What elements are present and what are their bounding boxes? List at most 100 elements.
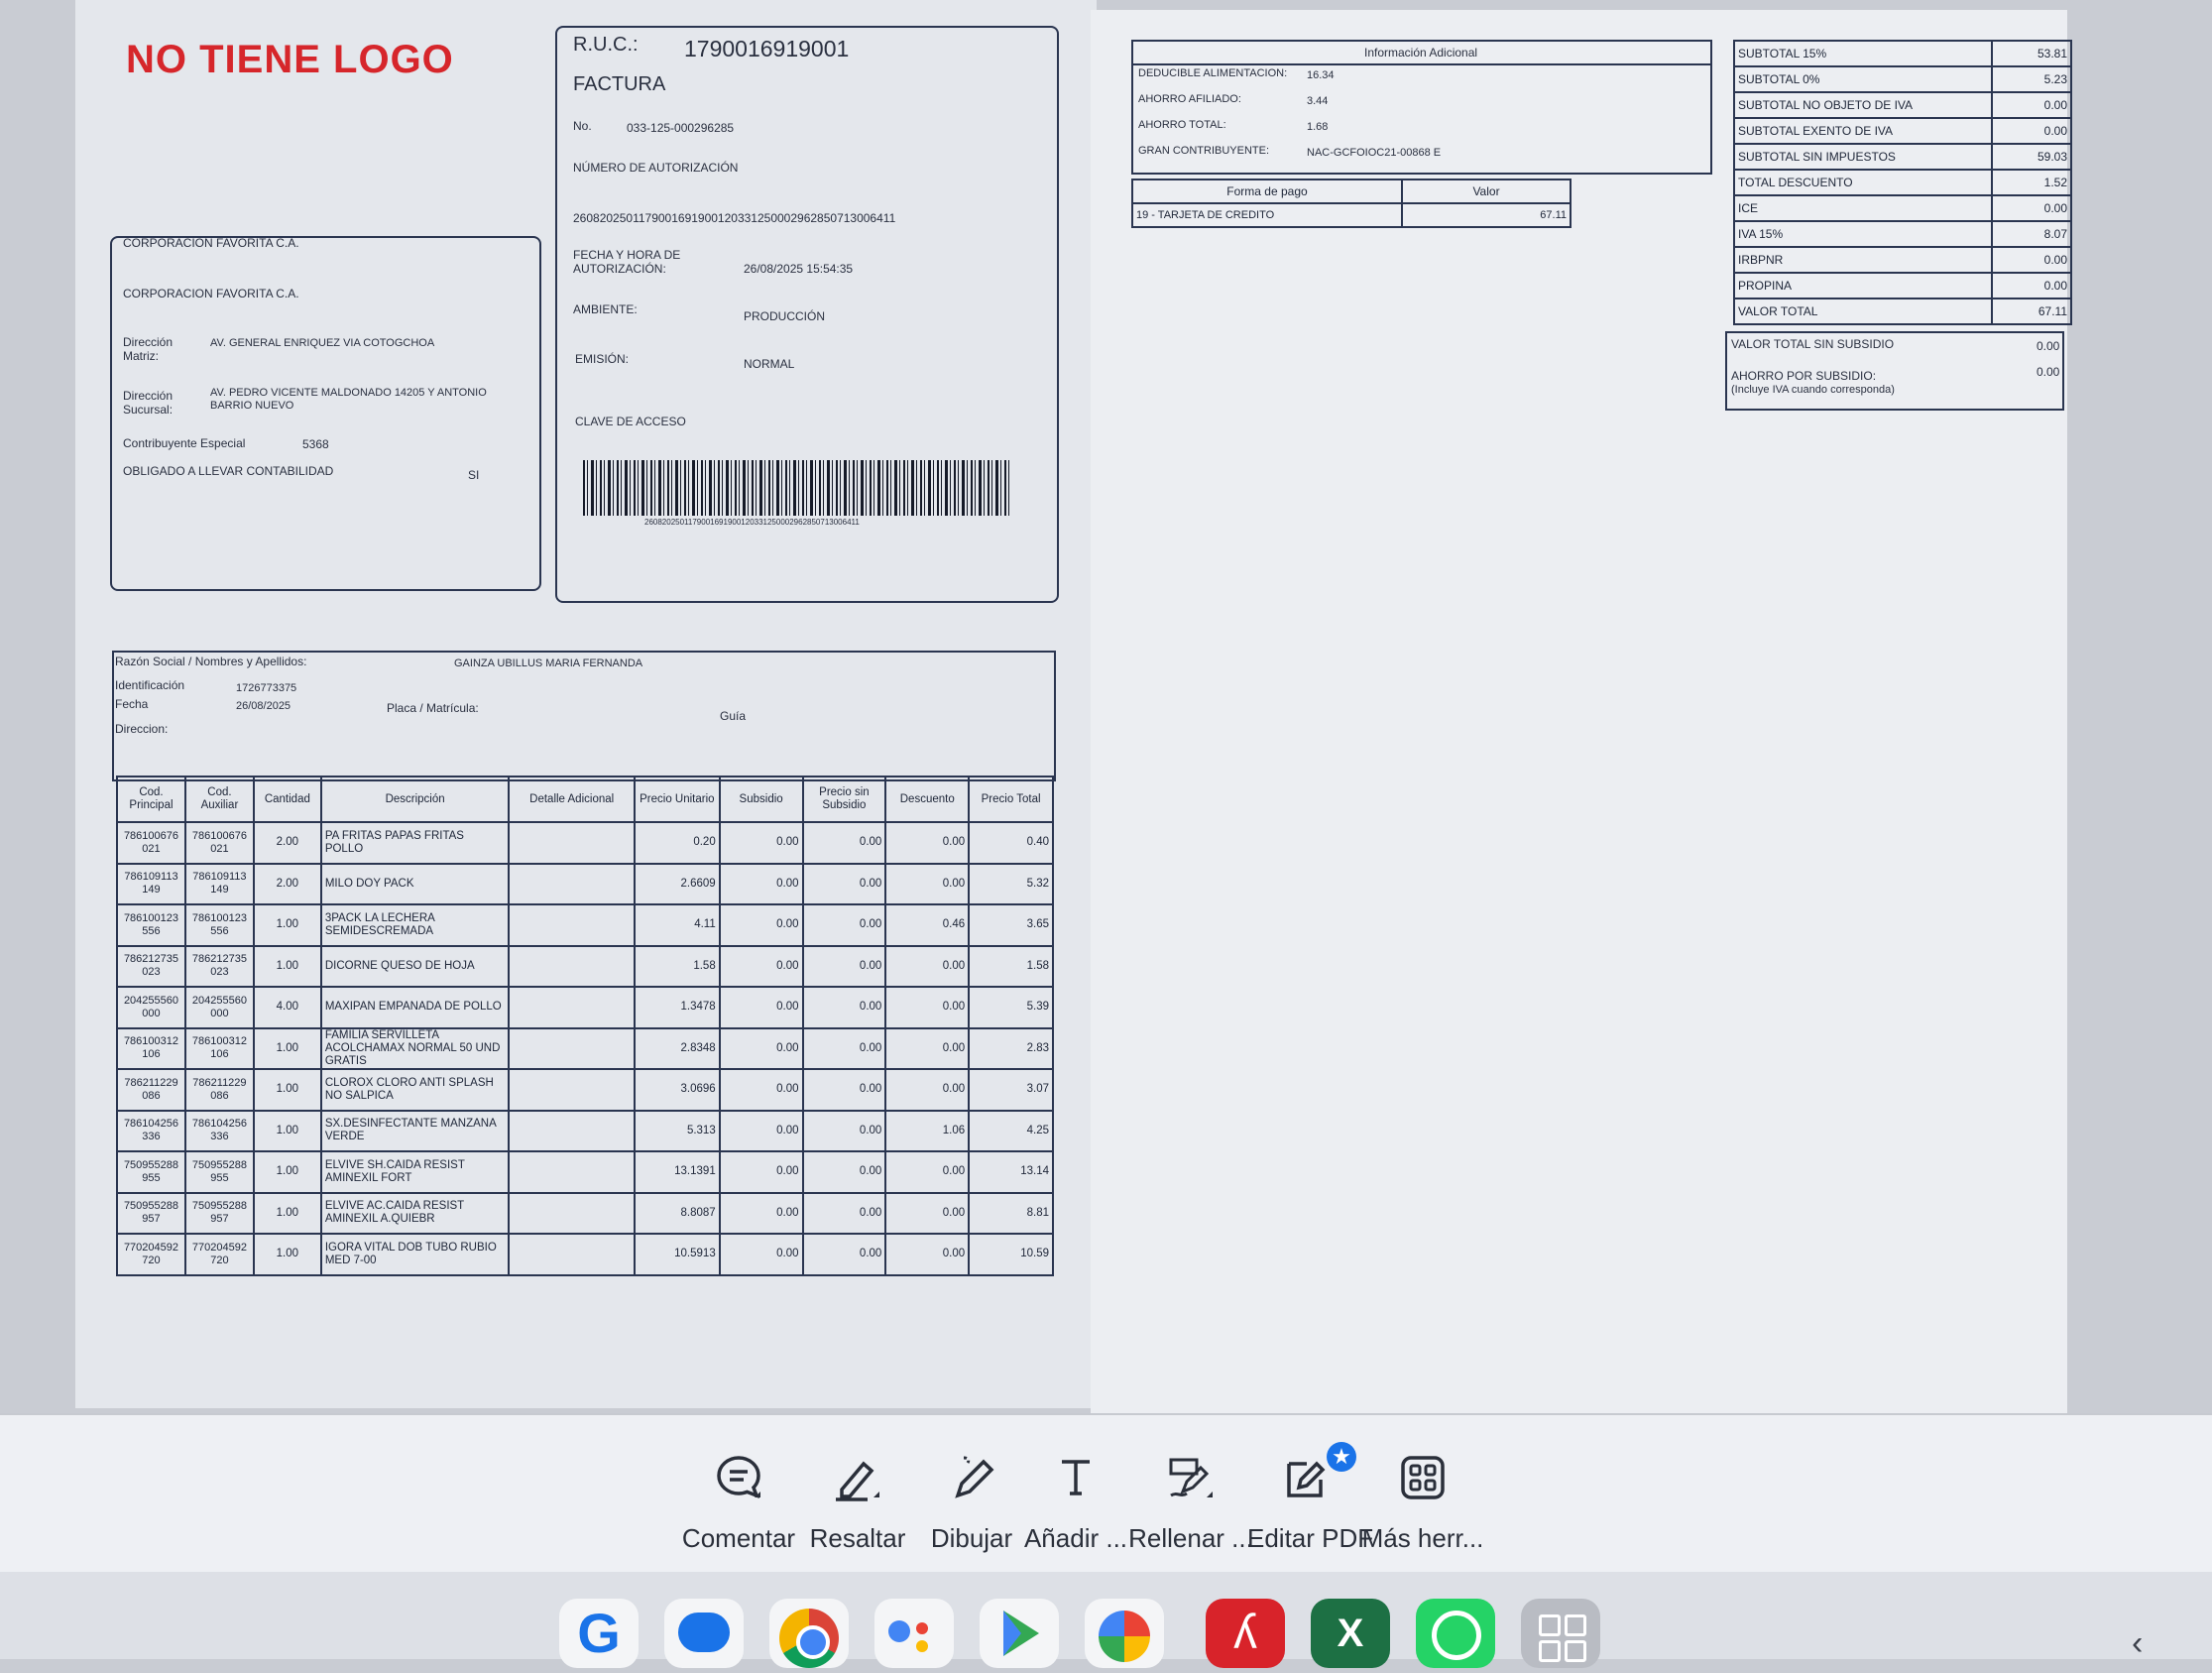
cell-cantidad: 2.00 bbox=[252, 862, 322, 905]
customer-name-label: Razón Social / Nombres y Apellidos: bbox=[115, 655, 307, 668]
cell-descuento: 0.00 bbox=[884, 1068, 971, 1112]
messages-icon[interactable] bbox=[664, 1599, 744, 1668]
comment-tool-button[interactable]: Comentar bbox=[674, 1450, 803, 1554]
cell-precio-unitario: 2.6609 bbox=[633, 862, 721, 905]
cell-precio-sin-subsidio: 0.00 bbox=[801, 986, 887, 1029]
cell-descuento: 0.00 bbox=[884, 1026, 971, 1070]
whatsapp-icon[interactable] bbox=[1416, 1599, 1495, 1668]
cell-descuento: 0.00 bbox=[884, 986, 971, 1029]
play-store-icon[interactable] bbox=[980, 1599, 1059, 1668]
cell-subsidio: 0.00 bbox=[718, 1150, 804, 1194]
additional-info-title: Información Adicional bbox=[1364, 46, 1478, 60]
totals-row: SUBTOTAL EXENTO DE IVA 0.00 bbox=[1733, 117, 2072, 145]
totals-row: IRBPNR 0.00 bbox=[1733, 246, 2072, 274]
cell-cantidad: 1.00 bbox=[252, 1068, 322, 1112]
payment-value-header: Valor bbox=[1401, 179, 1572, 204]
totals-label: SUBTOTAL NO OBJETO DE IVA bbox=[1733, 91, 1993, 119]
app-drawer-icon[interactable] bbox=[1521, 1599, 1600, 1668]
cell-descuento: 0.00 bbox=[884, 821, 971, 865]
totals-value: 0.00 bbox=[1991, 246, 2072, 274]
cell-cantidad: 1.00 bbox=[252, 1233, 322, 1276]
cell-precio-total: 5.39 bbox=[968, 986, 1054, 1029]
cell-precio-sin-subsidio: 0.00 bbox=[801, 821, 887, 865]
cell-descuento: 1.06 bbox=[884, 1109, 971, 1152]
cell-cod-auxiliar: 786211229 086 bbox=[183, 1068, 255, 1112]
cell-precio-unitario: 5.313 bbox=[633, 1109, 721, 1152]
add-text-tool-button[interactable]: Añadir ... bbox=[1021, 1450, 1130, 1554]
cell-detalle-adicional bbox=[508, 903, 636, 947]
customer-date: 26/08/2025 bbox=[236, 700, 291, 712]
totals-row: PROPINA 0.00 bbox=[1733, 272, 2072, 299]
totals-label: IRBPNR bbox=[1733, 246, 1993, 274]
total-sin-subsidio-label: VALOR TOTAL SIN SUBSIDIO bbox=[1731, 337, 1895, 351]
cell-precio-total: 5.32 bbox=[968, 862, 1054, 905]
cell-subsidio: 0.00 bbox=[718, 862, 804, 905]
cell-precio-unitario: 4.11 bbox=[633, 903, 721, 947]
accounting-obligation-label: OBLIGADO A LLEVAR CONTABILIDAD bbox=[123, 464, 334, 478]
additional-info-value: 16.34 bbox=[1307, 69, 1335, 81]
cell-precio-sin-subsidio: 0.00 bbox=[801, 1150, 887, 1194]
highlight-tool-button[interactable]: Resaltar bbox=[798, 1450, 917, 1554]
cell-precio-total: 3.65 bbox=[968, 903, 1054, 947]
totals-label: ICE bbox=[1733, 194, 1993, 222]
cell-precio-sin-subsidio: 0.00 bbox=[801, 862, 887, 905]
cell-detalle-adicional bbox=[508, 821, 636, 865]
cell-descuento: 0.00 bbox=[884, 1233, 971, 1276]
cell-cod-principal: 786211229 086 bbox=[116, 1068, 186, 1112]
cell-descripcion: IGORA VITAL DOB TUBO RUBIO MED 7-00 bbox=[319, 1233, 511, 1276]
totals-value: 67.11 bbox=[1991, 298, 2072, 325]
cell-cod-auxiliar: 786100676 021 bbox=[183, 821, 255, 865]
totals-value: 0.00 bbox=[1991, 117, 2072, 145]
cell-cod-principal: 786100676 021 bbox=[116, 821, 186, 865]
totals-label: PROPINA bbox=[1733, 272, 1993, 299]
draw-tool-label: Dibujar bbox=[930, 1523, 1013, 1553]
cell-cod-auxiliar: 786109113 149 bbox=[183, 862, 255, 905]
cell-precio-sin-subsidio: 0.00 bbox=[801, 944, 887, 988]
additional-info-value: 3.44 bbox=[1307, 95, 1329, 107]
cell-subsidio: 0.00 bbox=[718, 1233, 804, 1276]
photos-icon[interactable] bbox=[1085, 1599, 1164, 1668]
google-icon[interactable]: G bbox=[559, 1599, 639, 1668]
header-cod-principal: Cod. Principal bbox=[116, 776, 186, 823]
cell-descripcion: DICORNE QUESO DE HOJA bbox=[319, 944, 511, 988]
totals-table: SUBTOTAL 15% 53.81 SUBTOTAL 0% 5.23 SUBTOTAL… bbox=[1733, 40, 2072, 325]
cell-cantidad: 2.00 bbox=[252, 821, 322, 865]
more-tools-button[interactable]: Más herr... bbox=[1360, 1450, 1485, 1554]
cell-descripcion: 3PACK LA LECHERA SEMIDESCREMADA bbox=[319, 903, 511, 947]
accounting-obligation-value: SI bbox=[468, 468, 480, 482]
fill-sign-tool-button[interactable]: Rellenar ... bbox=[1126, 1450, 1255, 1554]
cell-descripcion: MAXIPAN EMPANADA DE POLLO bbox=[319, 986, 511, 1029]
cell-descripcion: FAMILIA SERVILLETA ACOLCHAMAX NORMAL 50 … bbox=[319, 1026, 511, 1070]
highlight-tool-label: Resaltar bbox=[809, 1523, 906, 1553]
payment-method: 19 - TARJETA DE CREDITO bbox=[1131, 202, 1403, 228]
cell-cantidad: 1.00 bbox=[252, 1026, 322, 1070]
totals-row: SUBTOTAL 0% 5.23 bbox=[1733, 65, 2072, 93]
cell-subsidio: 0.00 bbox=[718, 1068, 804, 1112]
cell-cantidad: 1.00 bbox=[252, 903, 322, 947]
more-tools-label: Más herr... bbox=[1361, 1523, 1484, 1553]
cell-subsidio: 0.00 bbox=[718, 1026, 804, 1070]
cell-cod-auxiliar: 750955288 957 bbox=[183, 1191, 255, 1235]
header-detalle-adicional: Detalle Adicional bbox=[508, 776, 636, 823]
assistant-icon[interactable] bbox=[874, 1599, 954, 1668]
back-chevron-icon[interactable]: ‹ bbox=[2132, 1624, 2143, 1663]
totals-label: SUBTOTAL EXENTO DE IVA bbox=[1733, 117, 1993, 145]
document-type: FACTURA bbox=[573, 73, 666, 95]
invoice-number: 033-125-000296285 bbox=[627, 121, 735, 135]
totals-value: 8.07 bbox=[1991, 220, 2072, 248]
guide-label: Guía bbox=[720, 709, 747, 723]
cell-detalle-adicional bbox=[508, 1150, 636, 1194]
cell-descripcion: PA FRITAS PAPAS FRITAS POLLO bbox=[319, 821, 511, 865]
cell-cod-principal: 786212735 023 bbox=[116, 944, 186, 988]
acrobat-icon[interactable]: ʎ bbox=[1206, 1599, 1285, 1668]
cell-cantidad: 1.00 bbox=[252, 944, 322, 988]
cell-cod-principal: 786100312 106 bbox=[116, 1026, 186, 1070]
edit-pdf-tool-label: Editar PDF bbox=[1247, 1523, 1374, 1553]
cell-cantidad: 1.00 bbox=[252, 1109, 322, 1152]
draw-tool-button[interactable]: Dibujar bbox=[917, 1450, 1026, 1554]
edit-pdf-tool-button[interactable]: ★ Editar PDF bbox=[1247, 1442, 1374, 1554]
excel-icon[interactable]: X bbox=[1311, 1599, 1390, 1668]
chrome-icon[interactable] bbox=[769, 1599, 849, 1668]
table-row: 786100123 556 786100123 556 1.00 3PACK LA L… bbox=[116, 903, 1054, 947]
totals-label: SUBTOTAL SIN IMPUESTOS bbox=[1733, 143, 1993, 171]
